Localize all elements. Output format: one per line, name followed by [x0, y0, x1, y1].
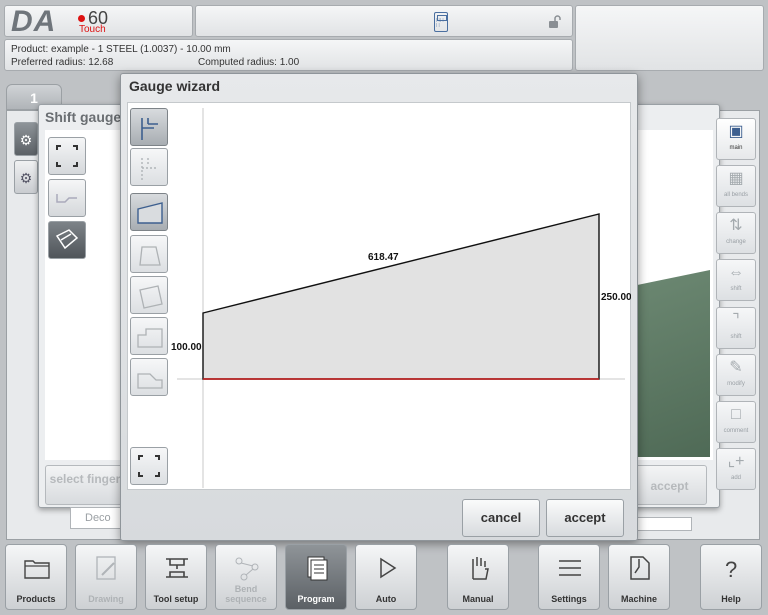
program-icon [307, 556, 328, 581]
nav-machine-label: Machine [620, 594, 657, 604]
main-view-icon: ▣ [728, 123, 744, 140]
nav-tool-setup[interactable]: Tool setup [145, 544, 207, 610]
frame-icon[interactable] [130, 447, 168, 485]
left-height-label[interactable]: 100.00 [171, 342, 202, 353]
status-panel [575, 5, 764, 71]
comment-button[interactable]: □ comment [716, 401, 756, 443]
tool-setup-icon [166, 558, 188, 578]
gauge-wizard-dialog: Gauge wizard 618.47 100.00 250.00 cancel… [120, 73, 638, 541]
folder-icon [24, 560, 50, 579]
nav-manual[interactable]: Manual [447, 544, 509, 610]
bend-sequence-icon [235, 557, 259, 581]
document-edit-icon: ✎ [729, 359, 743, 376]
machine-icon [630, 556, 650, 580]
gauge-dotted-icon[interactable] [130, 148, 168, 186]
change-button[interactable]: ⇅ change [716, 212, 756, 254]
cancel-button[interactable]: cancel [462, 499, 540, 537]
right-toolbar: ▣ main ▦ all bends ⇅ change ⇔ shift ⌝ sh… [716, 118, 758, 500]
comment-icon: □ [731, 406, 741, 423]
nav-machine[interactable]: Machine [608, 544, 670, 610]
logo-dot [78, 15, 85, 22]
shape-trapezoid-icon[interactable] [130, 235, 168, 273]
shift-gauge-accept-button[interactable]: accept [632, 465, 707, 505]
gear-active-icon[interactable]: ⚙ [14, 122, 38, 156]
nav-help[interactable]: ? Help [700, 544, 762, 610]
nav-drawing-label: Drawing [88, 594, 124, 604]
drawing-icon [96, 556, 116, 580]
table-icon: ▦ [728, 170, 744, 187]
add-label: add [730, 475, 741, 481]
nav-program[interactable]: Program [285, 544, 347, 610]
nav-settings[interactable]: Settings [538, 544, 600, 610]
modify-button[interactable]: ✎ modify [716, 354, 756, 396]
change-label: change [726, 239, 746, 245]
nav-bend-sequence[interactable]: Bend sequence [215, 544, 277, 610]
preferred-radius: Preferred radius: 12.68 [11, 57, 114, 68]
accept-button[interactable]: accept [546, 499, 624, 537]
frame-icon[interactable] [48, 137, 86, 175]
logo: DA 60 Touch [4, 5, 193, 38]
nav-settings-label: Settings [551, 594, 587, 604]
all-bends-label: all bends [723, 192, 749, 198]
nav-help-label: Help [721, 594, 741, 604]
add-button[interactable]: ⌞+ add [716, 448, 756, 490]
change-icon: ⇅ [729, 217, 743, 234]
nav-products-label: Products [16, 594, 56, 604]
logo-brand: DA [11, 5, 57, 38]
nav-manual-label: Manual [462, 594, 494, 604]
logo-variant: Touch [79, 24, 106, 35]
shift-gauge-tools [48, 137, 86, 263]
gauge-wizard-title: Gauge wizard [129, 78, 221, 94]
settings-list-icon [559, 560, 581, 576]
finger-profile-icon[interactable] [48, 179, 86, 217]
calculator-icon[interactable] [434, 12, 448, 32]
shape-rotated-icon[interactable] [130, 276, 168, 314]
product-line: Product: example - 1 STEEL (1.0037) - 10… [11, 44, 231, 55]
nav-auto[interactable]: Auto [355, 544, 417, 610]
gauge-corner-icon[interactable] [130, 108, 168, 146]
nav-products[interactable]: Products [5, 544, 67, 610]
modify-label: modify [727, 381, 745, 387]
nav-tool-setup-label: Tool setup [153, 594, 199, 604]
product-info: Product: example - 1 STEEL (1.0037) - 10… [4, 39, 573, 71]
nav-auto-label: Auto [375, 594, 397, 604]
left-tool-column: ⚙ ⚙ [14, 122, 40, 202]
nav-drawing[interactable]: Drawing [75, 544, 137, 610]
svg-text:?: ? [725, 557, 737, 582]
nav-bend-sequence-label: Bend sequence [225, 584, 267, 604]
hand-icon [472, 557, 489, 580]
shape-notch-icon[interactable] [130, 358, 168, 396]
add-icon: ⌞+ [727, 453, 745, 470]
play-icon [380, 557, 397, 579]
gear-icon[interactable]: ⚙ [14, 160, 38, 194]
step-icon: ⌝ [732, 312, 740, 329]
part-shape [202, 213, 600, 380]
shape-slope-icon[interactable] [130, 193, 168, 231]
right-height-label[interactable]: 250.00 [601, 292, 631, 303]
shift-label-1: shift [730, 286, 742, 292]
main-view-label: main [729, 145, 743, 151]
shift-button-2[interactable]: ⌝ shift [716, 307, 756, 349]
shape-step-icon[interactable] [130, 317, 168, 355]
all-bends-button[interactable]: ▦ all bends [716, 165, 756, 207]
top-length-label[interactable]: 618.47 [368, 252, 399, 263]
comment-label: comment [723, 428, 749, 434]
nav-program-label: Program [297, 594, 335, 604]
help-icon: ? [725, 557, 737, 582]
main-view-button[interactable]: ▣ main [716, 118, 756, 160]
part-drawing: 618.47 100.00 250.00 [171, 108, 631, 488]
unlock-icon[interactable] [548, 15, 562, 29]
value-field[interactable] [636, 517, 692, 531]
gauge-fingers-icon[interactable] [48, 221, 86, 259]
shift-gauge-title: Shift gauge [45, 109, 122, 125]
select-finger-button[interactable]: select finger [45, 465, 125, 505]
shift-button-1[interactable]: ⇔ shift [716, 259, 756, 301]
title-bar [195, 5, 573, 37]
shift-label-2: shift [730, 334, 742, 340]
shift-icon: ⇔ [728, 264, 744, 281]
computed-radius: Computed radius: 1.00 [198, 57, 300, 68]
